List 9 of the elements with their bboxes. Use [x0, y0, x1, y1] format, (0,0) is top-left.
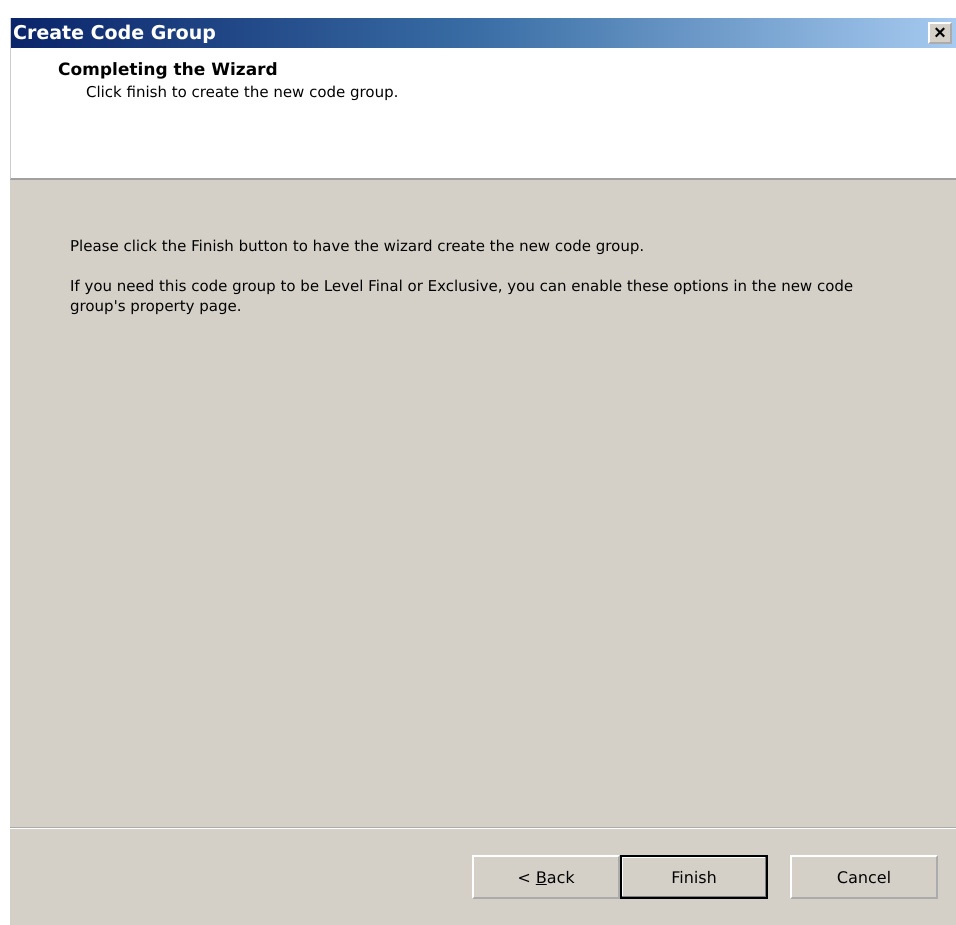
body-text: If you need this code group to be Level Final or Exclusive, you can enable these options in the new code group's property page. [70, 276, 854, 316]
window-title: Create Code Group [13, 22, 216, 44]
close-button[interactable]: × [928, 22, 952, 44]
header-title: Completing the Wizard [58, 60, 279, 80]
wizard-button[interactable]: Finish [620, 855, 768, 899]
wizard-button[interactable]: < Back [472, 855, 620, 899]
body-text: Please click the Finish button to have the wizard create the new code group. [70, 236, 646, 256]
wizard-button[interactable]: Cancel [790, 855, 938, 899]
header-subtitle: Click finish to create the new code group. [86, 83, 400, 101]
